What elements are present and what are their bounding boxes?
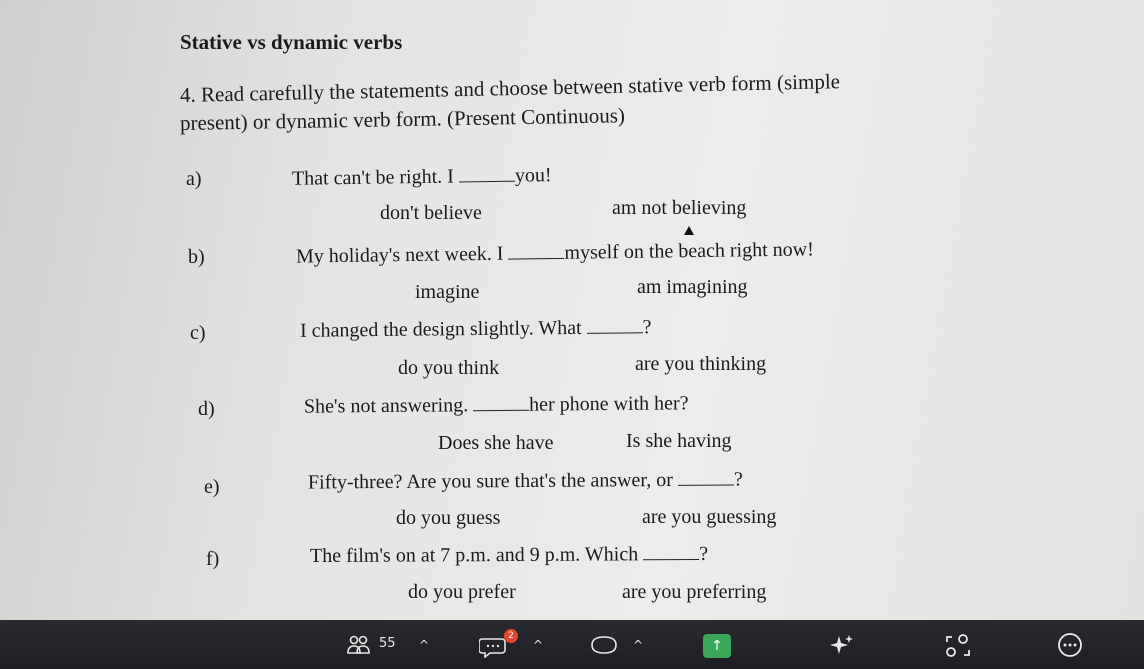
- page-title: Stative vs dynamic verbs: [180, 30, 403, 54]
- option-f-1[interactable]: do you prefer: [408, 581, 516, 604]
- question-e: e) Fifty-three? Are you sure that's the …: [0, 468, 1144, 506]
- meeting-toolbar: 55 ^ 2 ^ ^ ↑: [0, 620, 1144, 669]
- question-f: f) The film's on at 7 p.m. and 9 p.m. Wh…: [0, 543, 1144, 580]
- option-b-2[interactable]: am imagining: [637, 276, 748, 299]
- apps-button[interactable]: [944, 633, 972, 663]
- question-a: a) That can't be right. I you!: [0, 164, 1144, 200]
- option-b-1[interactable]: imagine: [415, 281, 479, 304]
- sentence-start: The film's on at 7 p.m. and 9 p.m. Which: [309, 543, 644, 568]
- question-letter: e): [204, 476, 220, 498]
- option-c-1[interactable]: do you think: [398, 357, 499, 380]
- participants-caret-icon[interactable]: ^: [419, 638, 429, 652]
- question-sentence: She's not answering. her phone with her?: [304, 392, 689, 418]
- people-icon: [347, 635, 370, 654]
- reactions-caret-icon[interactable]: ^: [633, 638, 643, 652]
- option-d-2[interactable]: Is she having: [626, 430, 732, 453]
- sentence-end: you!: [514, 164, 552, 187]
- document-page: Stative vs dynamic verbs 4. Read careful…: [0, 0, 1144, 620]
- question-sentence: I changed the design slightly. What ?: [300, 316, 652, 343]
- option-a-2[interactable]: am not believing: [612, 197, 746, 220]
- sentence-start: She's not answering.: [303, 394, 474, 418]
- option-f-2[interactable]: are you preferring: [622, 581, 766, 604]
- question-c: c) I changed the design slightly. What ?: [0, 316, 1144, 354]
- chat-badge: 2: [504, 629, 518, 643]
- sentence-start: My holiday's next week. I: [295, 242, 509, 268]
- sentence-start: I changed the design slightly. What: [299, 316, 587, 342]
- question-sentence: That can't be right. I you!: [292, 164, 552, 191]
- question-letter: c): [190, 322, 206, 344]
- sentence-start: Fifty-three? Are you sure that's the ans…: [307, 468, 678, 494]
- answer-blank: [458, 180, 515, 183]
- answer-blank: [643, 559, 700, 561]
- share-up-icon[interactable]: ↑: [703, 634, 731, 658]
- apps-icon: [946, 634, 970, 657]
- sentence-end: ?: [642, 316, 652, 339]
- answer-blank: [677, 484, 734, 486]
- question-letter: a): [186, 168, 202, 190]
- option-a-1[interactable]: don't believe: [380, 202, 482, 225]
- heart-icon: [591, 636, 617, 654]
- question-letter: d): [198, 398, 215, 420]
- ai-assistant-button[interactable]: [826, 633, 856, 661]
- participants-button[interactable]: [346, 634, 372, 660]
- reactions-button[interactable]: [589, 635, 619, 659]
- option-e-2[interactable]: are you guessing: [642, 506, 776, 529]
- answer-blank: [586, 332, 643, 334]
- question-b: b) My holiday's next week. I myself on t…: [0, 238, 1144, 278]
- sentence-start: That can't be right. I: [291, 165, 460, 190]
- sparkle-icon: [830, 635, 853, 654]
- question-sentence: My holiday's next week. I myself on the …: [296, 238, 814, 268]
- sentence-end: her phone with her?: [529, 392, 689, 416]
- answer-blank: [473, 409, 530, 412]
- option-e-1[interactable]: do you guess: [396, 507, 500, 530]
- option-d-1[interactable]: Does she have: [438, 432, 554, 455]
- question-sentence: Fifty-three? Are you sure that's the ans…: [308, 468, 743, 494]
- more-button[interactable]: [1056, 631, 1084, 663]
- more-icon: [1058, 633, 1082, 657]
- participants-count: 55: [379, 636, 396, 651]
- question-letter: f): [206, 548, 220, 570]
- question-d: d) She's not answering. her phone with h…: [0, 392, 1144, 430]
- mouse-pointer-icon: [684, 226, 694, 235]
- option-c-2[interactable]: are you thinking: [635, 353, 766, 376]
- answer-blank: [508, 257, 565, 260]
- question-letter: b): [188, 246, 205, 268]
- question-sentence: The film's on at 7 p.m. and 9 p.m. Which…: [310, 543, 708, 568]
- sentence-end: ?: [699, 542, 709, 566]
- sentence-end: myself on the beach right now!: [564, 238, 814, 264]
- sentence-end: ?: [733, 468, 743, 491]
- chat-caret-icon[interactable]: ^: [533, 638, 543, 652]
